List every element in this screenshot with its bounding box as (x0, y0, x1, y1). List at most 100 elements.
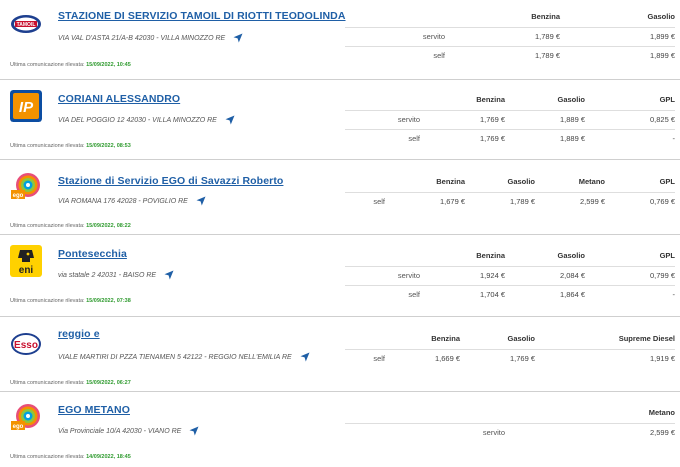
price-cell: 0,769 € (605, 191, 675, 211)
navigate-arrow-icon[interactable] (164, 270, 174, 280)
navigate-arrow-icon[interactable] (189, 426, 199, 436)
table-row: self 1,769 € 1,889 € - (345, 128, 675, 148)
table-row: servito 1,769 € 1,889 € 0,825 € (345, 109, 675, 129)
last-update: Ultima comunicazione rilevata: 14/09/202… (10, 454, 131, 460)
address-text: via statale 2 42031 - BAISO RE (58, 271, 157, 279)
last-update: Ultima comunicazione rilevata: 15/09/202… (10, 298, 131, 304)
price-cell: 1,924 € (420, 265, 505, 285)
fuel-header: GPL (659, 177, 675, 187)
navigate-arrow-icon[interactable] (196, 196, 206, 206)
last-update-date: 14/09/2022, 18:45 (86, 454, 131, 460)
price-table: Benzina Gasolio GPL servito 1,924 € 2,08… (345, 246, 675, 304)
fuel-header: Benzina (431, 334, 460, 344)
address-text: VIALE MARTIRI DI PZZA TIENAMEN 5 42122 -… (58, 353, 292, 361)
service-type: self (345, 348, 385, 368)
last-update-date: 15/09/2022, 08:53 (86, 143, 131, 149)
price-cell: 2,084 € (505, 265, 585, 285)
station-name-link[interactable]: Pontesecchia (58, 248, 127, 260)
price-table: Benzina Gasolio GPL servito 1,769 € 1,88… (345, 90, 675, 148)
price-cell: 0,799 € (585, 265, 675, 285)
fuel-header: Gasolio (507, 177, 535, 187)
price-cell: 0,825 € (585, 109, 675, 129)
price-cell: 1,704 € (420, 284, 505, 304)
price-cell: 1,899 € (560, 45, 675, 65)
price-cell: 1,769 € (420, 128, 505, 148)
navigate-arrow-icon[interactable] (225, 115, 235, 125)
navigate-arrow-icon[interactable] (300, 352, 310, 362)
last-update: Ultima comunicazione rilevata: 15/09/202… (10, 223, 131, 229)
price-cell: 1,789 € (445, 26, 560, 46)
eni-logo-icon: eni (10, 245, 42, 277)
tamoil-logo-icon: TAMOIL (10, 8, 42, 40)
fuel-header: Gasolio (507, 334, 535, 344)
station-name-link[interactable]: reggio e (58, 328, 100, 340)
price-cell: 1,789 € (445, 45, 560, 65)
price-cell: 2,599 € (535, 191, 605, 211)
table-row: servito 1,924 € 2,084 € 0,799 € (345, 265, 675, 285)
ego-logo-icon: ego (10, 401, 42, 433)
table-row: servito 1,789 € 1,899 € (345, 26, 675, 46)
table-row: self 1,704 € 1,864 € - (345, 284, 675, 304)
price-cell: 1,899 € (560, 26, 675, 46)
address-text: Via Provinciale 10/A 42030 - VIANO RE (58, 427, 182, 435)
price-table: Benzina Gasolio servito 1,789 € 1,899 € … (345, 7, 675, 65)
station-card: ego EGO METANO Via Provinciale 10/A 4203… (0, 392, 680, 467)
price-cell: 1,679 € (385, 191, 465, 211)
fuel-header: Metano (648, 408, 675, 418)
last-update: Ultima comunicazione rilevata: 15/09/202… (10, 62, 131, 68)
svg-text:TAMOIL: TAMOIL (17, 22, 36, 28)
fuel-header: Benzina (531, 12, 560, 22)
station-card: ego Stazione di Servizio EGO di Savazzi … (0, 160, 680, 235)
table-row: servito 2,599 € (345, 422, 675, 442)
price-cell: - (585, 284, 675, 304)
price-table: Metano servito 2,599 € (345, 403, 675, 442)
station-address: VIA VAL D'ASTA 21/A-B 42030 - VILLA MINO… (58, 33, 243, 43)
service-type: servito (345, 109, 420, 129)
station-name-link[interactable]: EGO METANO (58, 404, 130, 416)
address-text: VIA ROMANA 176 42028 - POVIGLIO RE (58, 197, 188, 205)
last-update-date: 15/09/2022, 07:38 (86, 298, 131, 304)
service-type: servito (345, 26, 445, 46)
station-address: VIA ROMANA 176 42028 - POVIGLIO RE (58, 196, 206, 206)
price-cell: 1,769 € (460, 348, 535, 368)
last-update-date: 15/09/2022, 08:22 (86, 223, 131, 229)
station-card: Esso reggio e VIALE MARTIRI DI PZZA TIEN… (0, 317, 680, 392)
last-update: Ultima comunicazione rilevata: 15/09/202… (10, 380, 131, 386)
price-cell: 1,889 € (505, 109, 585, 129)
address-text: VIA DEL POGGIO 12 42030 - VILLA MINOZZO … (58, 116, 217, 124)
fuel-header: GPL (659, 95, 675, 105)
service-type: servito (345, 265, 420, 285)
fuel-header: Benzina (476, 251, 505, 261)
service-type: self (345, 128, 420, 148)
service-type: self (345, 191, 385, 211)
fuel-header: Supreme Diesel (618, 334, 675, 344)
fuel-header: Gasolio (557, 95, 585, 105)
table-row: self 1,679 € 1,789 € 2,599 € 0,769 € (345, 191, 675, 211)
svg-text:Esso: Esso (14, 340, 38, 351)
fuel-header: Metano (578, 177, 605, 187)
fuel-header: Benzina (476, 95, 505, 105)
last-update: Ultima comunicazione rilevata: 15/09/202… (10, 143, 131, 149)
service-type: self (345, 284, 420, 304)
station-address: VIA DEL POGGIO 12 42030 - VILLA MINOZZO … (58, 115, 235, 125)
station-name-link[interactable]: CORIANI ALESSANDRO (58, 93, 180, 105)
station-name-link[interactable]: STAZIONE DI SERVIZIO TAMOIL DI RIOTTI TE… (58, 10, 346, 22)
price-cell: 1,919 € (535, 348, 675, 368)
station-name-link[interactable]: Stazione di Servizio EGO di Savazzi Robe… (58, 175, 283, 187)
price-table: Benzina Gasolio Metano GPL self 1,679 € … (345, 172, 675, 211)
service-type: self (345, 45, 445, 65)
navigate-arrow-icon[interactable] (233, 33, 243, 43)
svg-text:IP: IP (19, 99, 34, 116)
ip-logo-icon: IP (10, 90, 42, 122)
fuel-header: Gasolio (647, 12, 675, 22)
station-address: Via Provinciale 10/A 42030 - VIANO RE (58, 426, 199, 436)
last-update-date: 15/09/2022, 10:45 (86, 62, 131, 68)
service-type: servito (345, 422, 505, 442)
price-cell: 1,769 € (420, 109, 505, 129)
svg-text:ego: ego (13, 193, 24, 199)
fuel-header: Gasolio (557, 251, 585, 261)
svg-text:ego: ego (13, 424, 24, 430)
price-cell: - (585, 128, 675, 148)
price-table: Benzina Gasolio Supreme Diesel self 1,66… (345, 329, 675, 368)
station-card: eni Pontesecchia via statale 2 42031 - B… (0, 235, 680, 317)
